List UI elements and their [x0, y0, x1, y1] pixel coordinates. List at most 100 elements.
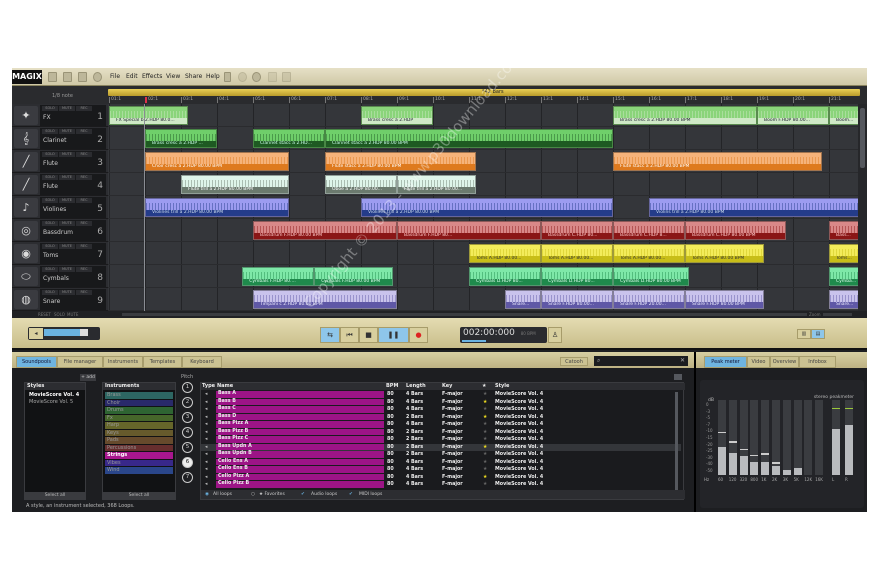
- rec-button[interactable]: REC: [76, 152, 92, 157]
- tab-peak-meter[interactable]: Peak meter: [704, 356, 747, 368]
- filter-all-loops[interactable]: All loops: [213, 490, 232, 499]
- audio-clip[interactable]: Snare F.HDP 80.00 BPM: [685, 290, 765, 309]
- catooh-button[interactable]: Catooh: [560, 357, 588, 366]
- star-outline-icon[interactable]: ★: [483, 406, 487, 414]
- table-row[interactable]: ◂ Bass Updn B 80 2 Bars F-major MovieScore Vo…: [201, 451, 681, 459]
- filter-midi-loops[interactable]: MIDI loops: [359, 490, 382, 499]
- audio-loops-checkbox[interactable]: ✔: [301, 490, 305, 499]
- solo-all-button[interactable]: SOLO: [54, 311, 65, 318]
- track-name[interactable]: Cymbals: [43, 275, 69, 282]
- solo-button[interactable]: SOLO: [42, 244, 58, 249]
- solo-button[interactable]: SOLO: [42, 152, 58, 157]
- audio-clip[interactable]: Snare...: [505, 290, 541, 309]
- instrument-item[interactable]: Percussions: [105, 444, 173, 451]
- rec-button[interactable]: REC: [76, 221, 92, 226]
- audio-clip[interactable]: Toms A.HDP 80.00...: [469, 244, 541, 263]
- audio-clip[interactable]: Toms...: [829, 244, 858, 263]
- audio-clip[interactable]: Flute trill a 2.HDP 80.00 BPM: [181, 175, 289, 194]
- scissors-icon[interactable]: [268, 72, 277, 82]
- track-header-toms[interactable]: ◉ SOLO MUTE REC Toms 7: [12, 242, 108, 265]
- metronome-button[interactable]: ♙: [548, 327, 562, 343]
- reset-button[interactable]: RESET: [38, 311, 51, 318]
- audio-clip[interactable]: Bassdrum C.HDP 8...: [613, 221, 685, 240]
- audio-clip[interactable]: Brass cresc a 2.HDP 80.00 BPM: [613, 106, 757, 125]
- audio-clip[interactable]: Violins trill a 2.HDP 80.00 BPM: [649, 198, 858, 217]
- track-header-bassdrum[interactable]: ◎ SOLO MUTE REC Bassdrum 6: [12, 219, 108, 242]
- track-header-flute[interactable]: ╱ SOLO MUTE REC Flute 3: [12, 150, 108, 173]
- audio-clip[interactable]: Brass cresc a 2.HDP ...: [145, 129, 217, 148]
- stop-button[interactable]: ■: [359, 327, 378, 343]
- col-key[interactable]: Key: [442, 383, 452, 390]
- audio-clip[interactable]: Cymbals D.HDP 80...: [541, 267, 613, 286]
- table-row[interactable]: ◂ Cello Ens A 80 4 Bars F-major MovieScore Vo…: [201, 458, 681, 467]
- audio-clip[interactable]: Cymbals F.HDP 80....: [242, 267, 315, 286]
- instrument-item[interactable]: Fx: [105, 414, 173, 421]
- loop-button[interactable]: ⇆: [320, 327, 340, 343]
- undo-icon[interactable]: [238, 72, 247, 82]
- table-settings-icon[interactable]: [674, 374, 682, 380]
- instrument-item[interactable]: Strings: [105, 452, 173, 459]
- track-header-clarinet[interactable]: 𝄞 SOLO MUTE REC Clarinet 2: [12, 127, 108, 150]
- menu-view[interactable]: View: [166, 72, 180, 82]
- audio-clip[interactable]: Oboe a 2.HDP 80.00...: [325, 175, 397, 194]
- mixer-icon[interactable]: [224, 72, 231, 82]
- pitch-button-1[interactable]: 1: [182, 382, 193, 393]
- radio-favorites-icon[interactable]: ○: [251, 490, 255, 499]
- tab-infobox[interactable]: Infobox: [799, 356, 836, 368]
- col-name[interactable]: Name: [217, 383, 233, 390]
- mute-button[interactable]: MUTE: [59, 129, 75, 134]
- mute-button[interactable]: MUTE: [59, 290, 75, 295]
- redo-icon[interactable]: [252, 72, 261, 82]
- tab-overview[interactable]: Overview: [770, 356, 799, 368]
- solo-button[interactable]: SOLO: [42, 290, 58, 295]
- audio-clip[interactable]: Cymbals D.HDP 80...: [469, 267, 541, 286]
- horizontal-scrollbar[interactable]: [122, 313, 852, 316]
- save-icon[interactable]: [78, 72, 87, 82]
- audio-clip[interactable]: Flute stacc a 2.HDP 80.00 BPM: [613, 152, 822, 171]
- audio-clip[interactable]: Bassdrum F.HDP 80...: [397, 221, 541, 240]
- track-name[interactable]: Bassdrum: [43, 229, 73, 236]
- table-row[interactable]: ◂ Bass C 80 4 Bars F-major MovieScore Vol. 4 ★: [201, 406, 681, 414]
- rec-button[interactable]: REC: [76, 175, 92, 180]
- rec-button[interactable]: REC: [76, 106, 92, 111]
- audio-clip[interactable]: Boom...: [829, 106, 858, 125]
- time-display[interactable]: 002:00:000 80 BPM: [460, 327, 547, 343]
- tab-video[interactable]: Video: [747, 356, 770, 368]
- star-outline-icon[interactable]: ★: [483, 451, 487, 459]
- audio-clip[interactable]: Choir cresc a 2.HDP 80.00 BPM: [145, 152, 289, 171]
- table-row[interactable]: ◂ Bass Pizz B 80 2 Bars F-major MovieScore Vo…: [201, 428, 681, 437]
- favorite-star-icon[interactable]: ★: [483, 414, 487, 422]
- rec-button[interactable]: REC: [76, 198, 92, 203]
- instrument-item[interactable]: Harp: [105, 422, 173, 429]
- audio-clip[interactable]: Flute trill a 2.HDP 80.00...: [397, 175, 477, 194]
- search-input[interactable]: [606, 357, 676, 365]
- star-outline-icon[interactable]: ★: [483, 459, 487, 467]
- star-outline-icon[interactable]: ★: [483, 436, 487, 444]
- mute-button[interactable]: MUTE: [59, 198, 75, 203]
- audio-clip[interactable]: Brass cresc a 2.HDP: [361, 106, 433, 125]
- col-bpm[interactable]: BPM: [386, 383, 398, 390]
- audio-clip[interactable]: Snare...: [829, 290, 858, 309]
- audio-clip[interactable]: Violines trill a 2.HDP 80.00 BPM: [361, 198, 613, 217]
- star-outline-icon[interactable]: ★: [483, 466, 487, 474]
- style-item[interactable]: MovieScore Vol. 4: [27, 392, 83, 399]
- mute-button[interactable]: MUTE: [59, 221, 75, 226]
- styles-select-all-button[interactable]: Select all: [25, 492, 85, 499]
- track-name[interactable]: Flute: [43, 160, 58, 167]
- solo-button[interactable]: SOLO: [42, 129, 58, 134]
- audio-clip[interactable]: Toms A.HDP 80.00...: [613, 244, 685, 263]
- table-row[interactable]: ◂ Bass A 80 4 Bars F-major MovieScore Vol. 4 ★: [201, 391, 681, 399]
- solo-button[interactable]: SOLO: [42, 198, 58, 203]
- table-row[interactable]: ◂ Bass Pizz A 80 4 Bars F-major MovieScore Vo…: [201, 421, 681, 429]
- audio-clip[interactable]: Boom F.HDP 80.00...: [757, 106, 829, 125]
- col-style[interactable]: Style: [495, 383, 509, 390]
- table-row[interactable]: ◂ Bass D 80 2 Bars F-major MovieScore Vol. 4 ★: [201, 413, 681, 422]
- mute-button[interactable]: MUTE: [59, 106, 75, 111]
- track-name[interactable]: FX: [43, 114, 51, 121]
- solo-button[interactable]: SOLO: [42, 267, 58, 272]
- mute-all-button[interactable]: MUTE: [67, 311, 78, 318]
- menu-edit[interactable]: Edit: [126, 72, 138, 82]
- audio-clip[interactable]: Flute stacc a 2.HDP 80.00 BPM: [325, 152, 477, 171]
- table-row[interactable]: ◂ Bass B 80 4 Bars F-major MovieScore Vol. 4 ★: [201, 398, 681, 407]
- scrollbar-thumb[interactable]: [860, 108, 865, 168]
